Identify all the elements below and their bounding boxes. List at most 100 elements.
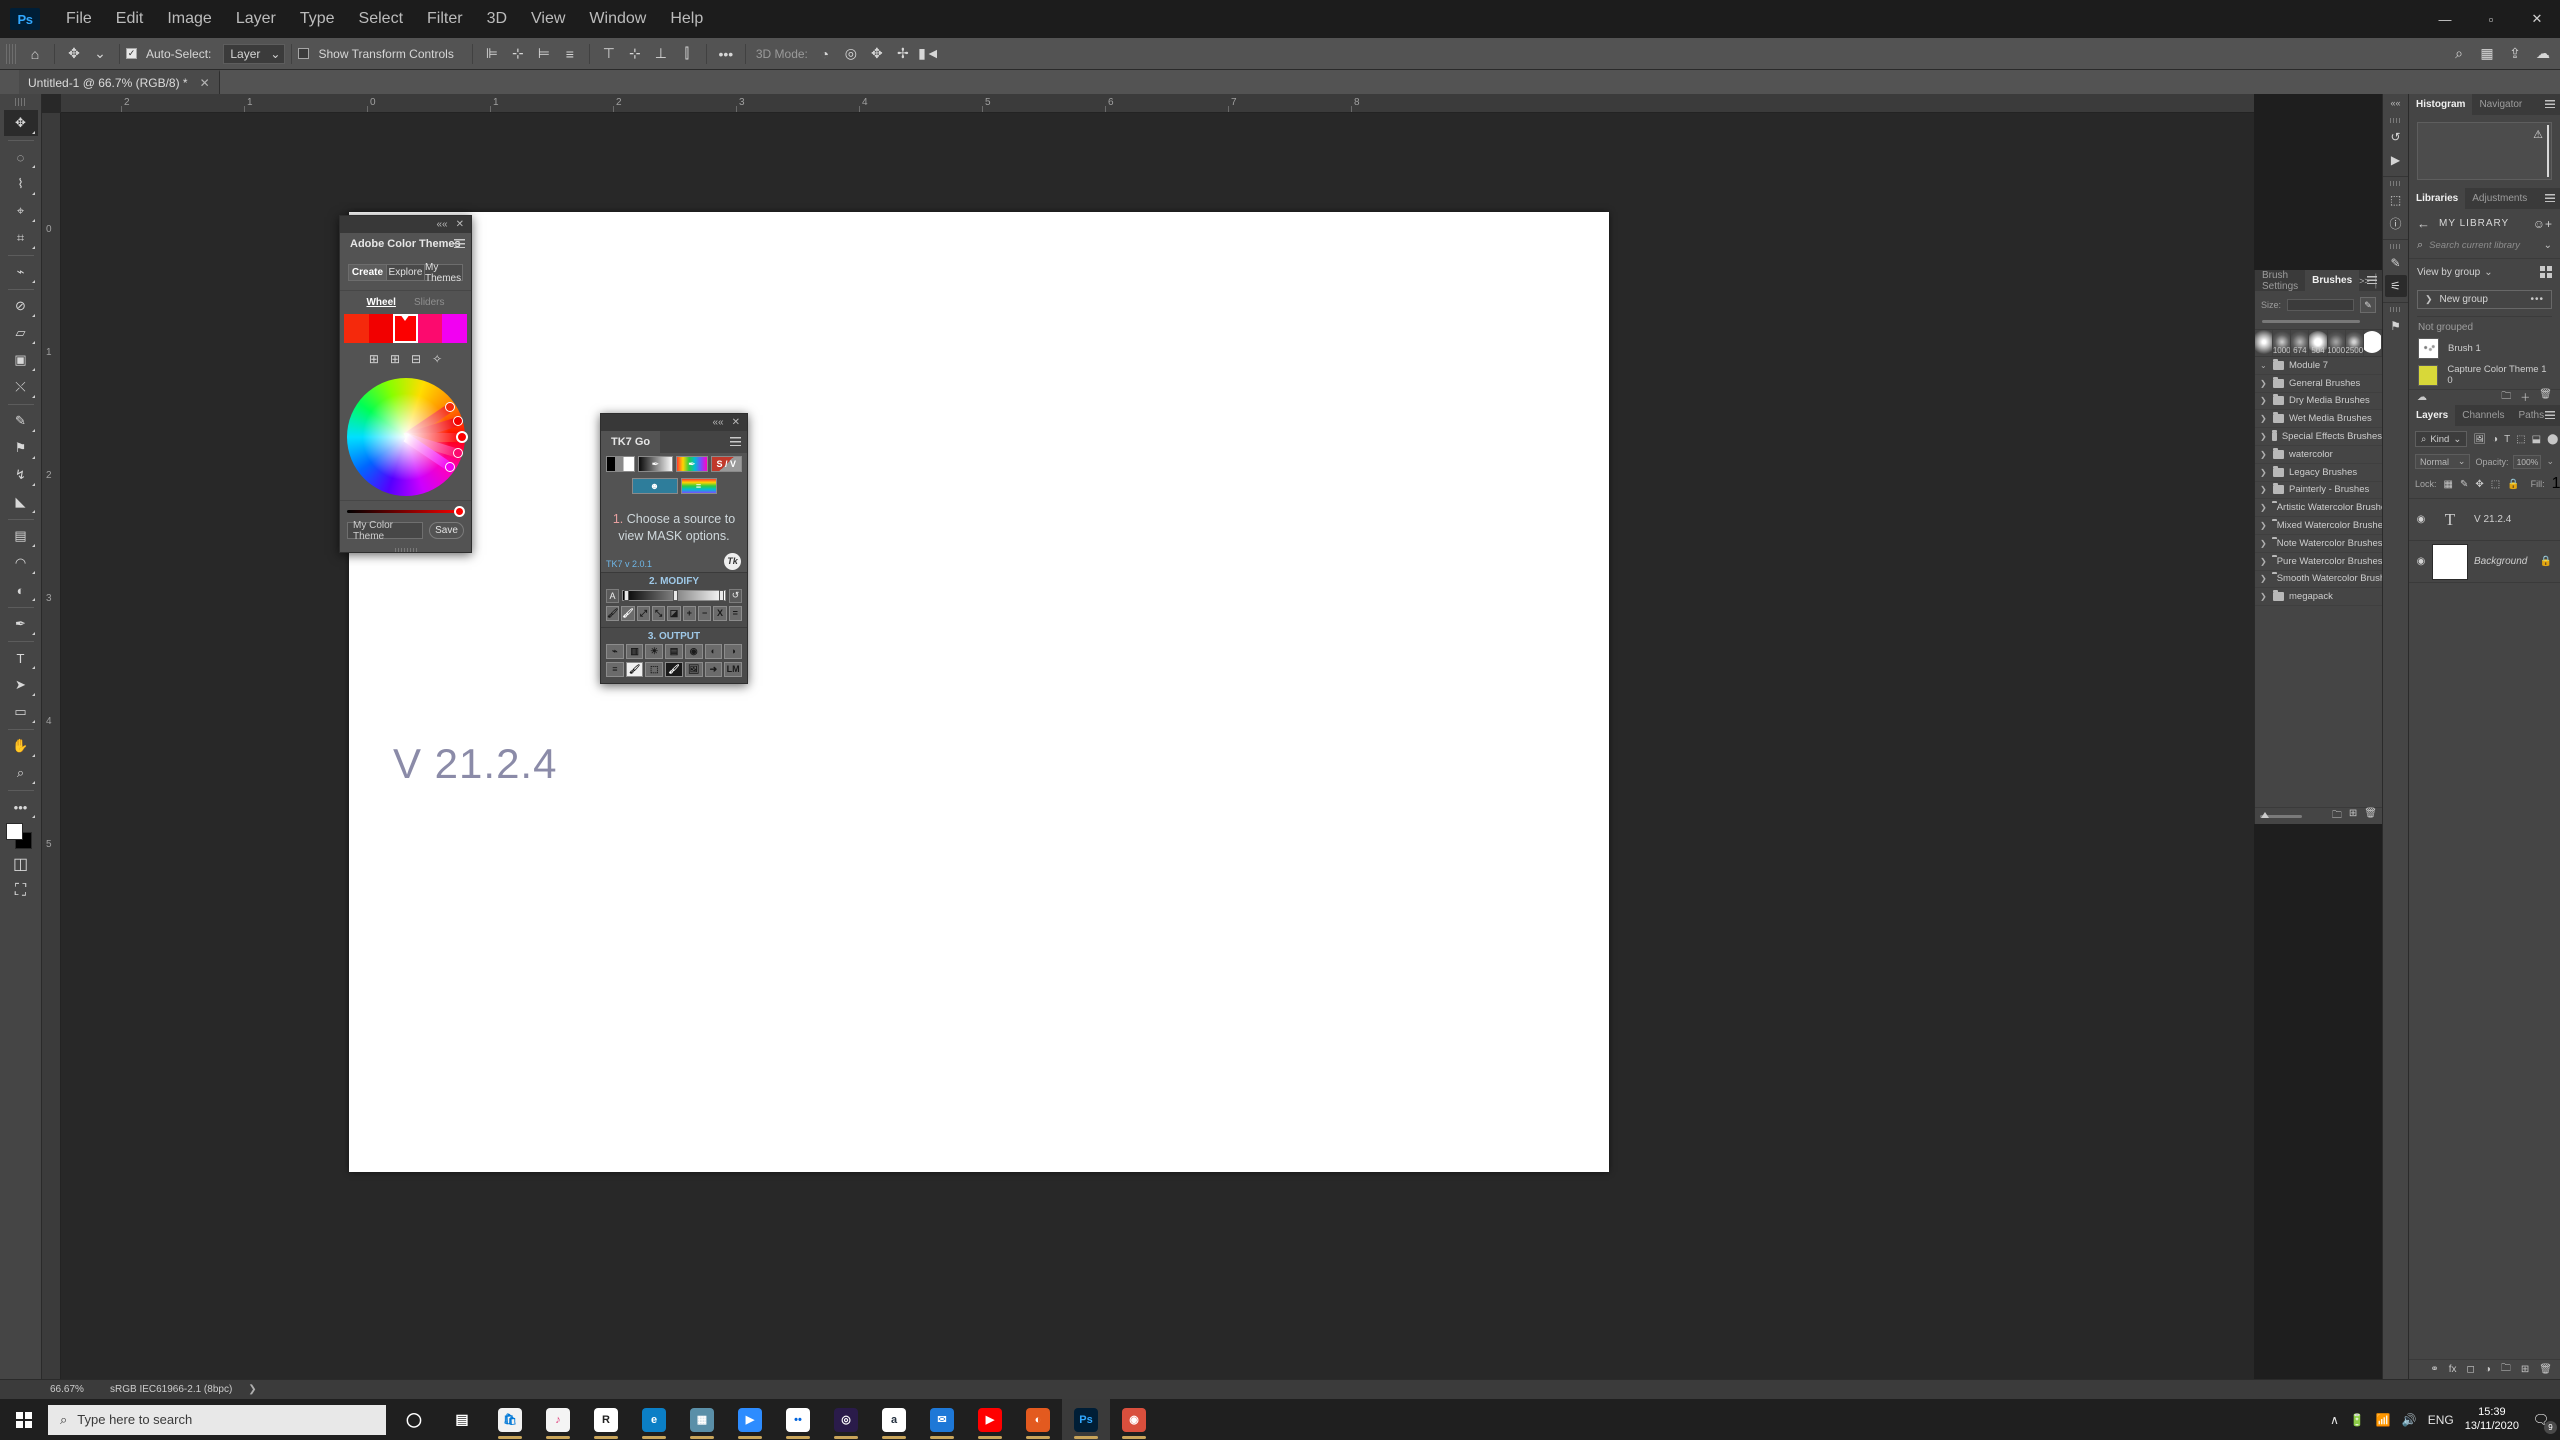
library-search-input[interactable]: Search current library [2429, 240, 2537, 251]
brush-size-slider[interactable] [2262, 320, 2360, 323]
patch-tool[interactable]: ▱ [4, 320, 38, 346]
close-icon[interactable]: ✕ [456, 220, 464, 230]
rail-grip[interactable] [2390, 307, 2401, 312]
brush-folder-item[interactable]: ❯Mixed Watercolor Brushes [2255, 517, 2382, 535]
blend-mode-dropdown[interactable]: Normal ⌄ [2415, 454, 2470, 469]
distribute-icon[interactable]: ⫿ [674, 42, 700, 66]
add-to-swatches-icon[interactable]: ⊞ [369, 352, 379, 366]
saturation-vibrance-button[interactable]: S / V [711, 456, 742, 472]
delete-layer-icon[interactable]: 🗑 [2539, 1364, 2552, 1375]
minimize-button[interactable]: — [2422, 0, 2468, 38]
show-transform-checkbox[interactable]: Show Transform Controls [298, 47, 457, 61]
apply-icon[interactable]: ➜ [705, 662, 723, 677]
taskbar-amazon-icon[interactable]: a [870, 1399, 918, 1440]
tab-navigator[interactable]: Navigator [2472, 94, 2529, 115]
menu-3d[interactable]: 3D [475, 4, 519, 34]
brush-preset-strip[interactable]: 100067450410002500 [2255, 329, 2382, 357]
zoom-level[interactable]: 66.67% [0, 1384, 110, 1395]
fx-icon[interactable]: fx [2449, 1364, 2457, 1375]
taskbar-search[interactable]: ⌕ Type here to search [48, 1405, 386, 1435]
clock[interactable]: 15:39 13/11/2020 [2465, 1406, 2519, 1434]
act-segment-my-themes[interactable]: My Themes [424, 264, 463, 281]
act-color-swatch-strip[interactable] [344, 314, 467, 343]
brush-thumbnail-size-slider[interactable] [2260, 815, 2302, 818]
color-wheel[interactable] [347, 378, 465, 496]
notifications-button[interactable]: 🗨 9 [2530, 1409, 2552, 1431]
taskbar-capture-one-icon[interactable]: ◉ [1110, 1399, 1158, 1440]
expand-icon[interactable]: ⤢ [637, 606, 650, 621]
home-icon[interactable]: ⌂ [22, 42, 48, 66]
taskbar-itunes-icon[interactable]: ♪ [534, 1399, 582, 1440]
panel-menu-icon[interactable] [2545, 194, 2555, 202]
contract-icon[interactable]: ⤡ [652, 606, 665, 621]
solid-color-icon[interactable]: ◐ [705, 644, 723, 659]
align-horizontal-centers-icon[interactable]: ⊹ [505, 42, 531, 66]
group-icon[interactable]: 🗀 [2501, 1361, 2511, 1378]
slider-handle-left[interactable] [624, 590, 629, 601]
brightness-knob[interactable] [454, 506, 465, 517]
brush-preview-icon[interactable]: ✎ [2360, 297, 2376, 313]
search-icon[interactable]: ⌕ [2446, 42, 2472, 66]
act-segmented-control[interactable]: CreateExploreMy Themes [348, 264, 463, 281]
chevron-down-icon[interactable]: ⌄ [2546, 456, 2554, 467]
curves-icon[interactable]: ⌁ [606, 644, 624, 659]
act-mode-wheel[interactable]: Wheel [366, 297, 395, 308]
act-color-wheel-area[interactable] [340, 374, 471, 500]
more-options-icon[interactable]: ••• [2530, 294, 2544, 305]
layer-filter-kind-dropdown[interactable]: ⌕ Kind ⌄ [2415, 431, 2467, 447]
brush-preset[interactable]: 1000 [2273, 330, 2291, 356]
tool-preset-chevron-icon[interactable]: ⌄ [87, 42, 113, 66]
color-swatches[interactable] [6, 823, 36, 851]
theme-name-input[interactable]: My Color Theme [347, 522, 423, 539]
cloud-icon[interactable]: ☁ [2417, 392, 2427, 403]
chevron-right-icon[interactable]: ❯ [2260, 379, 2268, 388]
status-expand-icon[interactable]: ❯ [248, 1384, 256, 1395]
taskbar-photoshop-icon[interactable]: Ps [1062, 1399, 1110, 1440]
taskbar-zoom-icon[interactable]: ▶ [726, 1399, 774, 1440]
chevron-right-icon[interactable]: ❯ [2260, 396, 2268, 405]
align-vertical-bottom-icon[interactable]: ⊥ [648, 42, 674, 66]
person-select-button[interactable]: ☻ [632, 478, 678, 494]
lock-position-icon[interactable]: ✥ [2475, 479, 2483, 490]
brush-folder-item[interactable]: ❯Painterly - Brushes [2255, 482, 2382, 500]
filter-toggle-icon[interactable]: ⬤ [2547, 434, 2558, 445]
path-selection-tool[interactable]: ➤ [4, 672, 38, 698]
menu-filter[interactable]: Filter [415, 4, 475, 34]
screen-mode-icon[interactable]: ⛶ [4, 878, 38, 904]
rail-grip[interactable] [2390, 181, 2401, 186]
slider-handle-mid[interactable] [673, 590, 678, 601]
menu-help[interactable]: Help [658, 4, 715, 34]
clone-stamp-tool[interactable]: ⚑ [4, 435, 38, 461]
tk7-go-panel[interactable]: «« ✕ TK7 Go ✒ ✒ S / V [600, 413, 748, 684]
align-left-edges-icon[interactable]: ⊫ [479, 42, 505, 66]
panel-menu-icon[interactable] [2367, 276, 2377, 284]
brush-folder-item[interactable]: ❯General Brushes [2255, 375, 2382, 393]
show-transform-check-box[interactable] [298, 48, 309, 59]
view-by-group-label[interactable]: View by group [2417, 267, 2480, 278]
subtract-icon[interactable]: − [698, 606, 711, 621]
menu-layer[interactable]: Layer [224, 4, 288, 34]
chevron-right-icon[interactable]: ❯ [2260, 503, 2267, 512]
taskbar-calculator-icon[interactable]: ▦ [678, 1399, 726, 1440]
brush-size-input[interactable] [2287, 299, 2354, 311]
quick-mask-icon[interactable]: ◫ [4, 851, 38, 877]
canvas-text-layer[interactable]: V 21.2.4 [393, 740, 557, 788]
modify-reset-button[interactable]: ↺ [729, 589, 742, 603]
lasso-tool[interactable]: ⌇ [4, 171, 38, 197]
brush-tool[interactable]: ✎ [4, 408, 38, 434]
tab-adobe-color-themes[interactable]: Adobe Color Themes [340, 233, 471, 255]
shape-tool[interactable]: ▭ [4, 699, 38, 725]
adjustment-icon[interactable]: ◑ [2485, 1364, 2491, 1375]
vertical-ruler[interactable]: 012345 [42, 113, 61, 1379]
act-mode-toggle[interactable]: WheelSliders [340, 291, 471, 312]
spot-healing-tool[interactable]: ⊘ [4, 293, 38, 319]
auto-select-checkbox[interactable]: Auto-Select: [126, 47, 215, 61]
harmony-handle-1[interactable] [453, 416, 463, 426]
align-top-edges-icon[interactable]: ≡ [557, 42, 583, 66]
brush-preset[interactable]: 2500 [2346, 330, 2364, 356]
add-icon[interactable]: ＋ [2520, 389, 2530, 406]
cloud-icon[interactable]: ☁ [2530, 42, 2556, 66]
roll-3d-icon[interactable]: ◎ [838, 42, 864, 66]
lock-image-icon[interactable]: ✎ [2460, 479, 2468, 490]
brightness-contrast-icon[interactable]: ☀ [645, 644, 663, 659]
